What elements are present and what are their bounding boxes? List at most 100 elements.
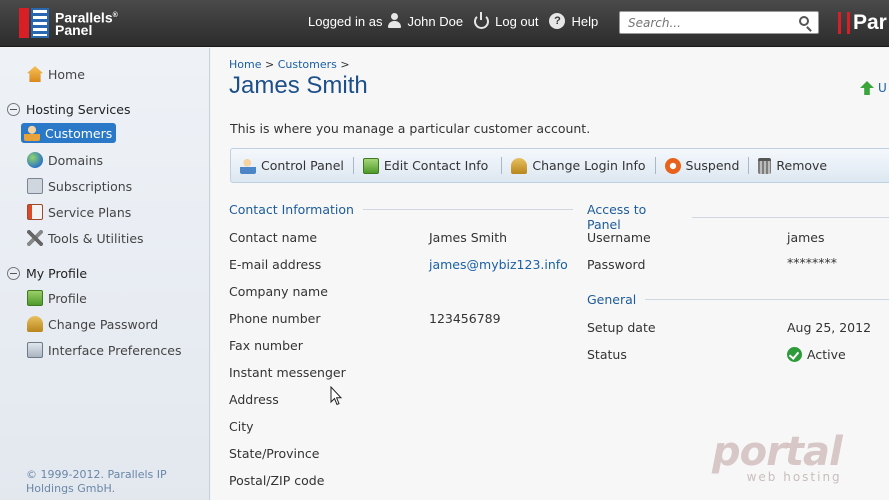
help-label: Help	[571, 13, 599, 29]
sidebar-item-interface-preferences[interactable]: Interface Preferences	[27, 342, 181, 358]
edit-contact-icon	[362, 157, 379, 174]
brand-right-text: Par	[853, 11, 887, 34]
setup-date-label: Setup date	[587, 320, 656, 335]
page-title: James Smith	[229, 72, 368, 99]
power-icon	[474, 11, 490, 29]
edit-contact-info-label: Edit Contact Info	[383, 158, 489, 173]
sidebar-section-my-profile-label: My Profile	[26, 266, 88, 281]
sidebar-item-profile[interactable]: Profile	[27, 290, 87, 306]
sidebar-item-domains-label: Domains	[48, 152, 104, 168]
sidebar-item-home-label: Home	[48, 66, 85, 82]
email-label: E-mail address	[229, 257, 322, 272]
company-name-label: Company name	[229, 284, 328, 299]
breadcrumb-home[interactable]: Home	[229, 58, 261, 71]
fax-number-label: Fax number	[229, 338, 303, 353]
sidebar-item-change-password[interactable]: Change Password	[27, 316, 158, 332]
search-input[interactable]	[620, 12, 785, 33]
contact-name-label: Contact name	[229, 230, 318, 245]
phone-number-label: Phone number	[229, 311, 321, 326]
parallels-logo[interactable]: Parallels® Panel	[19, 8, 118, 38]
collapse-icon	[7, 103, 20, 116]
toolbar-separator	[748, 157, 750, 174]
top-bar: Parallels® Panel Logged in as John Doe L…	[0, 0, 889, 47]
up-level-link[interactable]: U	[860, 81, 887, 95]
parallels-brand-logo: Par	[838, 11, 887, 35]
sidebar-section-hosting-services[interactable]: Hosting Services	[7, 102, 130, 117]
subscriptions-icon	[27, 178, 43, 194]
password-value: ********	[787, 255, 837, 270]
breadcrumb: Home > Customers >	[229, 58, 350, 71]
logged-in-info: Logged in as John Doe	[308, 13, 463, 29]
user-icon	[387, 13, 402, 29]
email-link[interactable]: james@mybiz123.info	[429, 257, 568, 272]
logged-in-label: Logged in as	[308, 13, 383, 29]
customer-toolbar: Control Panel Edit Contact Info Change L…	[230, 148, 889, 183]
edit-contact-info-button[interactable]: Edit Contact Info	[362, 157, 489, 174]
suspend-icon	[664, 157, 681, 174]
tools-icon	[27, 230, 43, 246]
globe-icon	[27, 152, 43, 168]
copyright: © 1999-2012. Parallels IP Holdings GmbH.	[26, 468, 167, 495]
portal-watermark: portal web hosting	[712, 429, 843, 484]
search-icon[interactable]	[799, 16, 809, 26]
page-description: This is where you manage a particular cu…	[230, 121, 591, 136]
up-level-label: U	[878, 81, 887, 95]
breadcrumb-separator: >	[264, 58, 275, 71]
postal-code-label: Postal/ZIP code	[229, 473, 325, 488]
general-heading: General	[587, 292, 889, 307]
change-login-info-button[interactable]: Change Login Info	[511, 157, 646, 174]
mouse-cursor-icon	[330, 386, 342, 406]
sidebar: Home Hosting Services Customers Domains …	[0, 48, 210, 500]
setup-date-value: Aug 25, 2012	[787, 320, 872, 335]
remove-button[interactable]: Remove	[758, 157, 828, 174]
suspend-label: Suspend	[685, 158, 740, 173]
suspend-button[interactable]: Suspend	[664, 157, 740, 174]
top-links: Logged in as John Doe Log out ? Help	[308, 11, 609, 29]
control-panel-icon	[240, 157, 256, 174]
control-panel-label: Control Panel	[261, 158, 344, 173]
change-login-info-label: Change Login Info	[532, 158, 646, 173]
sidebar-item-change-password-label: Change Password	[48, 316, 159, 332]
breadcrumb-customers[interactable]: Customers	[278, 58, 337, 71]
up-arrow-icon	[860, 81, 874, 95]
logo-line2: Panel	[55, 22, 93, 39]
control-panel-button[interactable]: Control Panel	[240, 157, 344, 174]
status-value: Active	[807, 347, 846, 362]
collapse-icon	[7, 267, 20, 280]
sidebar-item-subscriptions[interactable]: Subscriptions	[27, 178, 132, 194]
watermark-line1: portal	[712, 429, 843, 475]
parallels-bars-icon	[838, 12, 850, 34]
sidebar-item-service-plans[interactable]: Service Plans	[27, 204, 131, 220]
breadcrumb-separator: >	[340, 58, 350, 71]
search-box	[619, 11, 819, 34]
sidebar-section-my-profile[interactable]: My Profile	[7, 266, 87, 281]
sidebar-item-tools-utilities[interactable]: Tools & Utilities	[27, 230, 144, 246]
contact-name-value: James Smith	[429, 230, 508, 245]
sidebar-item-domains[interactable]: Domains	[27, 152, 103, 168]
status-label: Status	[587, 347, 627, 362]
access-to-panel-heading: Access to Panel	[587, 202, 889, 232]
sidebar-section-hosting-services-label: Hosting Services	[26, 102, 131, 117]
instant-messenger-label: Instant messenger	[229, 365, 346, 380]
user-name-link[interactable]: John Doe	[407, 14, 463, 29]
phone-number-value: 123456789	[429, 311, 501, 326]
address-label: Address	[229, 392, 279, 407]
toolbar-separator	[501, 157, 503, 174]
password-label: Password	[587, 257, 646, 272]
profile-icon	[27, 290, 43, 306]
sidebar-item-home[interactable]: Home	[27, 66, 85, 82]
keys-icon	[511, 157, 528, 174]
sidebar-item-customers[interactable]: Customers	[21, 123, 117, 143]
trash-icon	[758, 157, 772, 174]
logout-button[interactable]: Log out	[474, 11, 539, 29]
city-label: City	[229, 419, 254, 434]
help-button[interactable]: ? Help	[549, 13, 598, 29]
customer-icon	[24, 125, 40, 141]
sidebar-item-customers-label: Customers	[45, 125, 113, 141]
logout-label: Log out	[495, 13, 539, 29]
remove-label: Remove	[776, 158, 828, 173]
toolbar-separator	[654, 157, 656, 174]
sidebar-item-subscriptions-label: Subscriptions	[48, 178, 133, 194]
parallels-logo-icon	[19, 8, 49, 38]
check-circle-icon	[787, 347, 802, 362]
